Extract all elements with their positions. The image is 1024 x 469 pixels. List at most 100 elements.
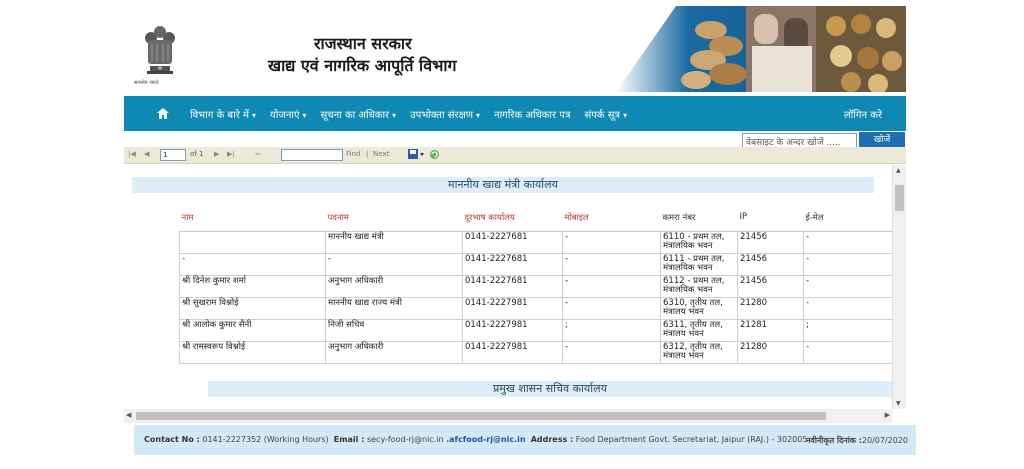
column-header: IP bbox=[737, 211, 804, 232]
table-cell bbox=[179, 231, 326, 254]
nav-item-label: उपभोक्ता संरक्षण bbox=[410, 109, 474, 121]
table-cell: 0141-2227681 bbox=[462, 275, 563, 298]
address-value: Food Department Govt. Secretariat, Jaipu… bbox=[575, 435, 808, 444]
site-title-line1: राजस्थान सरकार bbox=[314, 34, 412, 53]
section-title: माननीय खाद्य मंत्री कार्यालय bbox=[132, 177, 874, 193]
scrollbar-thumb[interactable] bbox=[136, 412, 826, 420]
table-cell: - bbox=[562, 253, 661, 276]
address-label: Address : bbox=[530, 435, 574, 444]
table-cell: - bbox=[179, 253, 326, 276]
page-number-input[interactable]: 1 bbox=[160, 149, 186, 161]
table-cell: 21456 bbox=[737, 275, 804, 298]
table-cell: ; bbox=[562, 319, 661, 342]
table-cell: - bbox=[325, 253, 463, 276]
export-icon[interactable] bbox=[408, 149, 424, 162]
nav-item-label: विभाग के बारे में bbox=[190, 109, 249, 121]
next-link[interactable]: Next bbox=[373, 150, 389, 158]
search-button[interactable]: खोजें bbox=[859, 132, 905, 148]
nav-item-schemes[interactable]: योजनाएं ▾ bbox=[270, 107, 307, 121]
nav-item-contacts[interactable]: संपर्क सूत्र ▾ bbox=[584, 107, 627, 121]
find-link[interactable]: Find bbox=[346, 150, 360, 158]
updated-label: नवीनीकृत दिनांक : bbox=[805, 436, 862, 445]
report-toolbar: |◀ ◀ 1 of 1 ▶ ▶| ⇦ Find | Next bbox=[124, 147, 906, 164]
contact-label: Contact No : bbox=[144, 435, 200, 444]
contact-number: 0141-2227352 (Working Hours) bbox=[202, 435, 329, 444]
report-viewer: माननीय खाद्य मंत्री कार्यालय नाम पदनाम द… bbox=[124, 165, 906, 409]
table-cell: - bbox=[803, 341, 894, 364]
table-cell: 6112 - प्रथम तल, मंत्रालयिक भवन bbox=[660, 275, 738, 298]
search-input[interactable]: वेबसाइट के अन्दर खोजें ..... bbox=[742, 133, 857, 148]
table-cell: अनुभाग अधिकारी bbox=[325, 275, 463, 298]
next-page-icon[interactable]: ▶ bbox=[214, 150, 219, 158]
caret-down-icon: ▾ bbox=[623, 110, 628, 120]
caret-down-icon: ▾ bbox=[392, 110, 397, 120]
caret-down-icon: ▾ bbox=[302, 110, 307, 120]
table-cell: 0141-2227981 bbox=[462, 297, 563, 320]
nav-item-consumer-protection[interactable]: उपभोक्ता संरक्षण ▾ bbox=[410, 107, 480, 121]
table-cell: 21281 bbox=[737, 319, 804, 342]
scroll-right-icon[interactable]: ▶ bbox=[885, 411, 890, 419]
table-cell: 6312, तृतीय तल, मंत्रालय भवन bbox=[660, 341, 738, 364]
table-cell: अनुभाग अधिकारी bbox=[325, 341, 463, 364]
email-link[interactable]: .afcfood-rj@nic.in bbox=[446, 435, 526, 444]
table-row: - - 0141-2227681 - 6111 - प्रथम तल, मंत्… bbox=[179, 253, 894, 276]
table-cell: 0141-2227981 bbox=[462, 341, 563, 364]
table-row: माननीय खाद्य मंत्री 0141-2227681 - 6110 … bbox=[179, 231, 894, 254]
table-cell: ; bbox=[803, 319, 894, 342]
table-cell: 0141-2227681 bbox=[462, 231, 563, 254]
nav-item-label: सूचना का अधिकार bbox=[320, 109, 390, 121]
table-cell: श्री रामस्वरूप विश्नोई bbox=[179, 341, 326, 364]
back-icon[interactable]: ⇦ bbox=[255, 150, 261, 158]
first-page-icon[interactable]: |◀ bbox=[128, 150, 136, 158]
last-page-icon[interactable]: ▶| bbox=[227, 150, 235, 158]
table-cell: माननीय खाद्य मंत्री bbox=[325, 231, 463, 254]
last-updated: नवीनीकृत दिनांक :20/07/2020 bbox=[806, 435, 908, 446]
table-cell: - bbox=[803, 253, 894, 276]
table-cell: 21456 bbox=[737, 231, 804, 254]
site-footer: Contact No : 0141-2227352 (Working Hours… bbox=[134, 425, 916, 455]
emblem-caption: सत्यमेव जयते bbox=[134, 80, 159, 86]
column-header: पदनाम bbox=[325, 211, 463, 232]
home-icon[interactable] bbox=[150, 108, 176, 119]
scroll-up-icon[interactable]: ▲ bbox=[896, 167, 901, 174]
refresh-icon[interactable] bbox=[429, 149, 440, 162]
caret-down-icon: ▾ bbox=[252, 110, 257, 120]
email-value[interactable]: secy-food-rj@nic.in bbox=[367, 435, 444, 444]
vertical-scrollbar[interactable]: ▲ ▼ bbox=[892, 165, 906, 409]
nav-item-label: नागरिक अधिकार पत्र bbox=[494, 109, 571, 121]
updated-date: 20/07/2020 bbox=[861, 436, 908, 445]
table-header-row: नाम पदनाम दूरभाष कार्यालय मोबाइल कमरा नं… bbox=[179, 211, 894, 232]
table-cell: 0141-2227681 bbox=[462, 253, 563, 276]
table-row: श्री आलोक कुमार सैनी निजी सचिव 0141-2227… bbox=[179, 319, 894, 342]
find-input[interactable] bbox=[281, 149, 343, 161]
prev-page-icon[interactable]: ◀ bbox=[144, 150, 149, 158]
nav-item-citizen-charter[interactable]: नागरिक अधिकार पत्र bbox=[494, 107, 570, 121]
scrollbar-thumb[interactable] bbox=[895, 185, 904, 211]
nav-item-rti[interactable]: सूचना का अधिकार ▾ bbox=[321, 107, 397, 121]
nav-item-about[interactable]: विभाग के बारे में ▾ bbox=[190, 107, 256, 121]
table-cell: 6110 - प्रथम तल, मंत्रालयिक भवन bbox=[660, 231, 738, 254]
table-cell: श्री आलोक कुमार सैनी bbox=[179, 319, 326, 342]
horizontal-scrollbar[interactable]: ◀ ▶ bbox=[124, 409, 892, 423]
table-cell: निजी सचिव bbox=[325, 319, 463, 342]
login-link[interactable]: लॉगिन करे bbox=[844, 107, 882, 121]
table-cell: श्री दिनेश कुमार शर्मा bbox=[179, 275, 326, 298]
table-cell: 6310, तृतीय तल, मंत्रालय भवन bbox=[660, 297, 738, 320]
column-header: मोबाइल bbox=[562, 211, 661, 232]
table-cell: 6111 - प्रथम तल, मंत्रालयिक भवन bbox=[660, 253, 738, 276]
scroll-left-icon[interactable]: ◀ bbox=[126, 411, 131, 419]
toolbar-separator: | bbox=[366, 150, 369, 158]
table-cell: - bbox=[562, 231, 661, 254]
table-cell: श्री सुखराम विश्नोई bbox=[179, 297, 326, 320]
table-cell: 21280 bbox=[737, 341, 804, 364]
scroll-down-icon[interactable]: ▼ bbox=[896, 400, 901, 407]
column-header: दूरभाष कार्यालय bbox=[462, 211, 563, 232]
table-cell: 6311, तृतीय तल, मंत्रालय भवन bbox=[660, 319, 738, 342]
nav-item-label: संपर्क सूत्र bbox=[584, 109, 621, 121]
table-cell: - bbox=[803, 275, 894, 298]
main-nav: विभाग के बारे में ▾ योजनाएं ▾ सूचना का अधि… bbox=[124, 96, 906, 131]
table-cell: - bbox=[562, 341, 661, 364]
email-label: Email : bbox=[333, 435, 365, 444]
table-cell: - bbox=[562, 297, 661, 320]
table-cell: 21280 bbox=[737, 297, 804, 320]
